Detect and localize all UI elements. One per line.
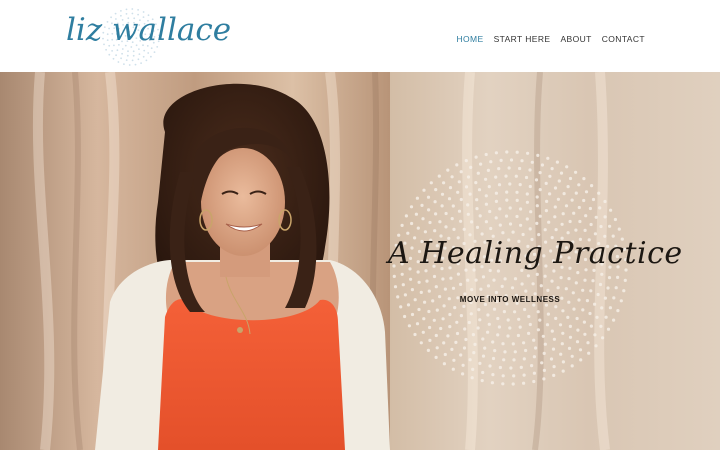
hero-headline: A Healing Practice bbox=[388, 236, 683, 271]
logo-text: liz wallace bbox=[66, 12, 232, 48]
nav-contact[interactable]: CONTACT bbox=[602, 34, 645, 44]
main-nav: HOME START HERE ABOUT CONTACT bbox=[456, 32, 645, 46]
nav-about[interactable]: ABOUT bbox=[560, 34, 591, 44]
hero-banner: A Healing Practice MOVE INTO WELLNESS bbox=[0, 72, 720, 450]
nav-home[interactable]: HOME bbox=[456, 34, 483, 44]
hero-subheadline: MOVE INTO WELLNESS bbox=[459, 295, 561, 304]
site-logo[interactable]: liz wallace bbox=[66, 6, 231, 68]
nav-start-here[interactable]: START HERE bbox=[494, 34, 551, 44]
site-header: liz wallace HOME START HERE ABOUT CONTAC… bbox=[0, 0, 720, 72]
